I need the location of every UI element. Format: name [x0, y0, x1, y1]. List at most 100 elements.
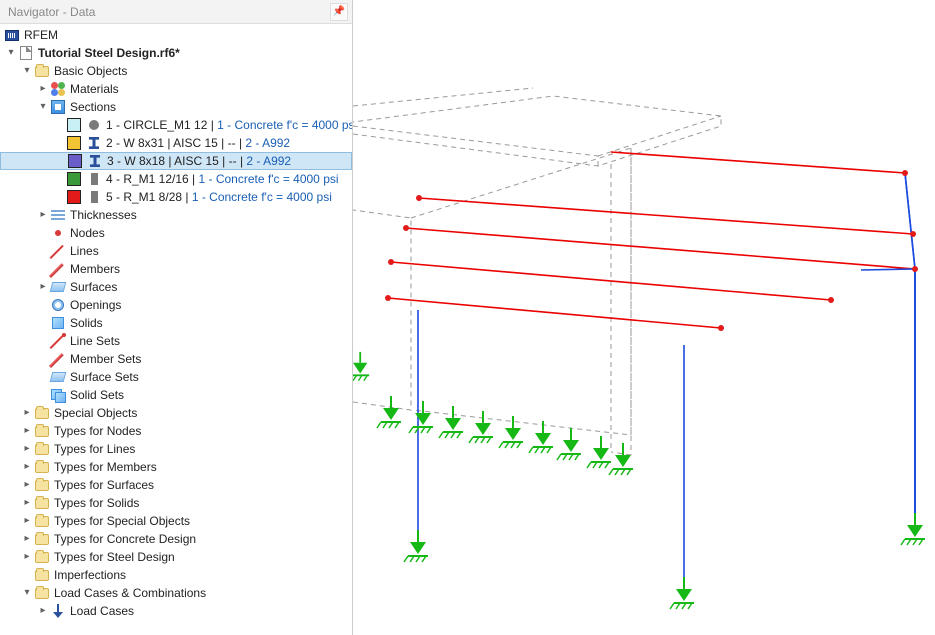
tree-item-basic-objects[interactable]: ▾ Basic Objects [0, 62, 352, 80]
expand-icon[interactable]: ▾ [20, 62, 34, 80]
thickness-icon [50, 207, 66, 223]
expand-icon[interactable]: ▸ [20, 512, 34, 530]
tree-item-types-members[interactable]: ▸ Types for Members [0, 458, 352, 476]
section-item-label: 4 - R_M1 12/16 | 1 - Concrete f'c = 4000… [106, 170, 339, 188]
expand-icon[interactable]: ▸ [36, 278, 50, 296]
shape-rect-icon [86, 171, 102, 187]
line-sets-icon [50, 333, 66, 349]
tree-item-special-objects[interactable]: ▸ Special Objects [0, 404, 352, 422]
node-icon [50, 225, 66, 241]
member-icon [50, 261, 66, 277]
tree-item-label: Types for Surfaces [54, 476, 154, 494]
rfem-icon [4, 27, 20, 43]
tree-item-surfaces[interactable]: ▸ Surfaces [0, 278, 352, 296]
shape-ibeam-icon [87, 153, 103, 169]
navigator-tree[interactable]: RFEM ▾ Tutorial Steel Design.rf6* ▾ Basi… [0, 24, 352, 635]
tree-item-line-sets[interactable]: Line Sets [0, 332, 352, 350]
swatch-icon [66, 135, 82, 151]
tree-item-types-solids[interactable]: ▸ Types for Solids [0, 494, 352, 512]
tree-item-types-surfaces[interactable]: ▸ Types for Surfaces [0, 476, 352, 494]
tree-item-solids[interactable]: Solids [0, 314, 352, 332]
tree-item-project[interactable]: ▾ Tutorial Steel Design.rf6* [0, 44, 352, 62]
expand-icon[interactable]: ▸ [20, 458, 34, 476]
expand-icon[interactable]: ▸ [36, 80, 50, 98]
folder-icon [34, 405, 50, 421]
solid-sets-icon [50, 387, 66, 403]
expand-icon[interactable]: ▸ [20, 440, 34, 458]
tree-item-label: Types for Lines [54, 440, 135, 458]
tree-item-label: Imperfections [54, 566, 126, 584]
tree-item-surface-sets[interactable]: Surface Sets [0, 368, 352, 386]
expand-icon[interactable]: ▸ [20, 494, 34, 512]
tree-item-section-2[interactable]: 2 - W 8x31 | AISC 15 | -- | 2 - A992 [0, 134, 352, 152]
tree-item-label: Surface Sets [70, 368, 139, 386]
tree-item-types-nodes[interactable]: ▸ Types for Nodes [0, 422, 352, 440]
section-item-label: 5 - R_M1 8/28 | 1 - Concrete f'c = 4000 … [106, 188, 332, 206]
expand-icon[interactable]: ▸ [20, 422, 34, 440]
tree-item-member-sets[interactable]: Member Sets [0, 350, 352, 368]
basic-objects-label: Basic Objects [54, 62, 127, 80]
tree-item-label: Surfaces [70, 278, 117, 296]
tree-item-label: Types for Steel Design [54, 548, 175, 566]
folder-icon [34, 513, 50, 529]
expand-icon[interactable]: ▸ [36, 206, 50, 224]
tree-item-types-steel-design[interactable]: ▸ Types for Steel Design [0, 548, 352, 566]
tree-item-types-lines[interactable]: ▸ Types for Lines [0, 440, 352, 458]
expand-icon[interactable]: ▸ [20, 530, 34, 548]
shape-circle-icon [86, 117, 102, 133]
swatch-icon [66, 117, 82, 133]
folder-icon [34, 585, 50, 601]
tree-item-imperfections[interactable]: Imperfections [0, 566, 352, 584]
tree-item-label: Nodes [70, 224, 105, 242]
folder-icon [34, 423, 50, 439]
tree-root-rfem[interactable]: RFEM [0, 26, 352, 44]
tree-item-section-5[interactable]: 5 - R_M1 8/28 | 1 - Concrete f'c = 4000 … [0, 188, 352, 206]
tree-item-label: Solid Sets [70, 386, 124, 404]
tree-item-label: Openings [70, 296, 121, 314]
swatch-icon [66, 189, 82, 205]
tree-item-load-cases-combinations[interactable]: ▾ Load Cases & Combinations [0, 584, 352, 602]
tree-item-materials[interactable]: ▸ Materials [0, 80, 352, 98]
sections-icon [50, 99, 66, 115]
folder-icon [34, 495, 50, 511]
tree-item-load-cases[interactable]: ▸ Load Cases [0, 602, 352, 620]
loadcase-icon [50, 603, 66, 619]
section-item-label: 1 - CIRCLE_M1 12 | 1 - Concrete f'c = 40… [106, 116, 352, 134]
tree-item-label: Types for Nodes [54, 422, 141, 440]
folder-icon [34, 567, 50, 583]
expand-icon[interactable]: ▸ [36, 602, 50, 620]
tree-item-types-special-objects[interactable]: ▸ Types for Special Objects [0, 512, 352, 530]
expand-icon[interactable]: ▸ [20, 404, 34, 422]
tree-item-solid-sets[interactable]: Solid Sets [0, 386, 352, 404]
model-viewport[interactable] [353, 0, 935, 635]
folder-icon [34, 63, 50, 79]
expand-icon[interactable]: ▸ [20, 548, 34, 566]
materials-icon [50, 81, 66, 97]
tree-item-section-3[interactable]: 3 - W 8x18 | AISC 15 | -- | 2 - A992 [0, 152, 352, 170]
expand-icon[interactable]: ▸ [20, 476, 34, 494]
tree-item-sections[interactable]: ▾ Sections [0, 98, 352, 116]
surface-sets-icon [50, 369, 66, 385]
model-svg [353, 0, 935, 635]
tree-item-lines[interactable]: Lines [0, 242, 352, 260]
tree-item-nodes[interactable]: Nodes [0, 224, 352, 242]
tree-item-section-4[interactable]: 4 - R_M1 12/16 | 1 - Concrete f'c = 4000… [0, 170, 352, 188]
tree-item-openings[interactable]: Openings [0, 296, 352, 314]
tree-item-section-1[interactable]: 1 - CIRCLE_M1 12 | 1 - Concrete f'c = 40… [0, 116, 352, 134]
expand-icon[interactable]: ▾ [36, 98, 50, 116]
expand-icon[interactable]: ▾ [4, 44, 18, 62]
tree-item-label: Member Sets [70, 350, 141, 368]
tree-item-label: Types for Special Objects [54, 512, 190, 530]
tree-item-label: Line Sets [70, 332, 120, 350]
tree-item-members[interactable]: Members [0, 260, 352, 278]
line-icon [50, 243, 66, 259]
tree-item-thicknesses[interactable]: ▸ Thicknesses [0, 206, 352, 224]
materials-label: Materials [70, 80, 119, 98]
solid-icon [50, 315, 66, 331]
shape-rect-icon [86, 189, 102, 205]
pin-icon[interactable]: 📌 [330, 3, 348, 21]
tree-item-types-concrete-design[interactable]: ▸ Types for Concrete Design [0, 530, 352, 548]
expand-icon[interactable]: ▾ [20, 584, 34, 602]
shape-ibeam-icon [86, 135, 102, 151]
swatch-icon [66, 171, 82, 187]
